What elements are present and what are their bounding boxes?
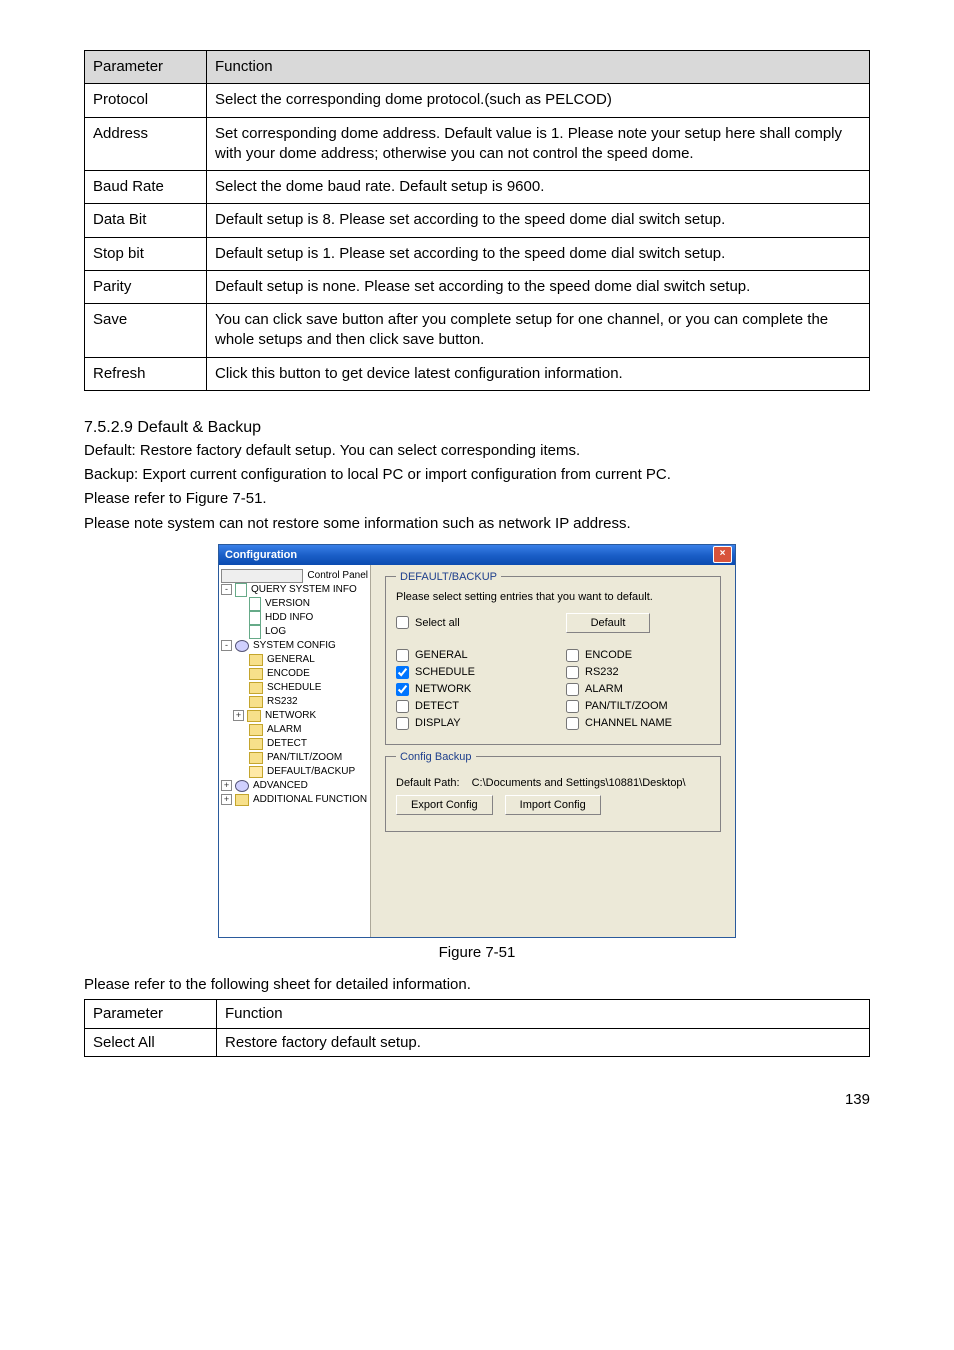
table1-r2-func: Select the dome baud rate. Default setup… <box>207 171 870 204</box>
default-path-value: C:\Documents and Settings\10881\Desktop\ <box>472 777 686 789</box>
prompt-text: Please select setting entries that you w… <box>396 591 710 603</box>
tree-schedule[interactable]: SCHEDULE <box>221 681 368 695</box>
table1-r7-func: Click this button to get device latest c… <box>207 357 870 390</box>
table1-hdr-func: Function <box>207 51 870 84</box>
tree-encode[interactable]: ENCODE <box>221 667 368 681</box>
table1-hdr-param: Parameter <box>85 51 207 84</box>
detect-checkbox[interactable] <box>396 700 409 713</box>
section-p1: Default: Restore factory default setup. … <box>84 441 870 461</box>
tree-general[interactable]: GENERAL <box>221 653 368 667</box>
config-backup-fieldset: Config Backup Default Path: C:\Documents… <box>385 751 721 832</box>
page-number: 139 <box>84 1091 870 1108</box>
ptz-checkbox[interactable] <box>566 700 579 713</box>
tree-additional-function[interactable]: +ADDITIONAL FUNCTION <box>221 793 368 807</box>
default-path-label: Default Path: <box>396 777 460 789</box>
table1-r0-param: Protocol <box>85 84 207 117</box>
tree-hdd-info[interactable]: HDD INFO <box>221 611 368 625</box>
tree-default-backup[interactable]: DEFAULT/BACKUP <box>221 765 368 779</box>
table2-r0-func: Restore factory default setup. <box>217 1028 870 1057</box>
window-titlebar[interactable]: Configuration × <box>219 545 735 565</box>
tree-alarm[interactable]: ALARM <box>221 723 368 737</box>
close-icon[interactable]: × <box>713 546 732 563</box>
default-backup-fieldset: DEFAULT/BACKUP Please select setting ent… <box>385 571 721 745</box>
table1-r4-param: Stop bit <box>85 237 207 270</box>
tree-ptz[interactable]: PAN/TILT/ZOOM <box>221 751 368 765</box>
tree-system-config[interactable]: -SYSTEM CONFIG <box>221 639 368 653</box>
select-all-label: Select all <box>415 617 460 629</box>
section-p2: Backup: Export current configuration to … <box>84 465 870 485</box>
alarm-checkbox[interactable] <box>566 683 579 696</box>
general-checkbox[interactable] <box>396 649 409 662</box>
table1-r5-func: Default setup is none. Please set accord… <box>207 270 870 303</box>
tree-detect[interactable]: DETECT <box>221 737 368 751</box>
window-title: Configuration <box>225 549 297 561</box>
tree-control-panel[interactable]: Control Panel <box>221 569 368 583</box>
table1-r4-func: Default setup is 1. Please set according… <box>207 237 870 270</box>
default-button[interactable]: Default <box>566 613 650 633</box>
schedule-checkbox[interactable] <box>396 666 409 679</box>
table1-r0-func: Select the corresponding dome protocol.(… <box>207 84 870 117</box>
table1-r6-param: Save <box>85 304 207 358</box>
select-all-checkbox[interactable] <box>396 616 409 629</box>
tree-version[interactable]: VERSION <box>221 597 368 611</box>
channel-name-checkbox[interactable] <box>566 717 579 730</box>
section-heading: 7.5.2.9 Default & Backup <box>84 419 870 437</box>
display-checkbox[interactable] <box>396 717 409 730</box>
configuration-window: Configuration × Control Panel -QUERY SYS… <box>218 544 736 938</box>
figure-caption: Figure 7-51 <box>84 944 870 961</box>
export-config-button[interactable]: Export Config <box>396 795 493 815</box>
rs232-checkbox[interactable] <box>566 666 579 679</box>
tree-network[interactable]: +NETWORK <box>221 709 368 723</box>
section-p4: Please note system can not restore some … <box>84 514 870 534</box>
intro2-text: Please refer to the following sheet for … <box>84 975 870 995</box>
network-checkbox[interactable] <box>396 683 409 696</box>
table1-r1-param: Address <box>85 117 207 171</box>
section-p3: Please refer to Figure 7-51. <box>84 489 870 509</box>
table1-r3-param: Data Bit <box>85 204 207 237</box>
settings-panel: DEFAULT/BACKUP Please select setting ent… <box>371 565 735 937</box>
fs1-legend: DEFAULT/BACKUP <box>396 571 501 583</box>
tree-log[interactable]: LOG <box>221 625 368 639</box>
parameter-function-table: Parameter Function Protocol Select the c… <box>84 50 870 391</box>
tree-rs232[interactable]: RS232 <box>221 695 368 709</box>
tree-advanced[interactable]: +ADVANCED <box>221 779 368 793</box>
table2-hdr-param: Parameter <box>85 1000 217 1029</box>
import-config-button[interactable]: Import Config <box>505 795 601 815</box>
navigation-tree[interactable]: Control Panel -QUERY SYSTEM INFO VERSION… <box>219 565 371 937</box>
table1-r7-param: Refresh <box>85 357 207 390</box>
encode-checkbox[interactable] <box>566 649 579 662</box>
table1-r6-func: You can click save button after you comp… <box>207 304 870 358</box>
table2-r0-param: Select All <box>85 1028 217 1057</box>
table2-hdr-func: Function <box>217 1000 870 1029</box>
table1-r3-func: Default setup is 8. Please set according… <box>207 204 870 237</box>
tree-query-system-info[interactable]: -QUERY SYSTEM INFO <box>221 583 368 597</box>
table1-r2-param: Baud Rate <box>85 171 207 204</box>
table1-r1-func: Set corresponding dome address. Default … <box>207 117 870 171</box>
fs2-legend: Config Backup <box>396 751 476 763</box>
table1-r5-param: Parity <box>85 270 207 303</box>
parameter-function-table-2: Parameter Function Select All Restore fa… <box>84 999 870 1057</box>
